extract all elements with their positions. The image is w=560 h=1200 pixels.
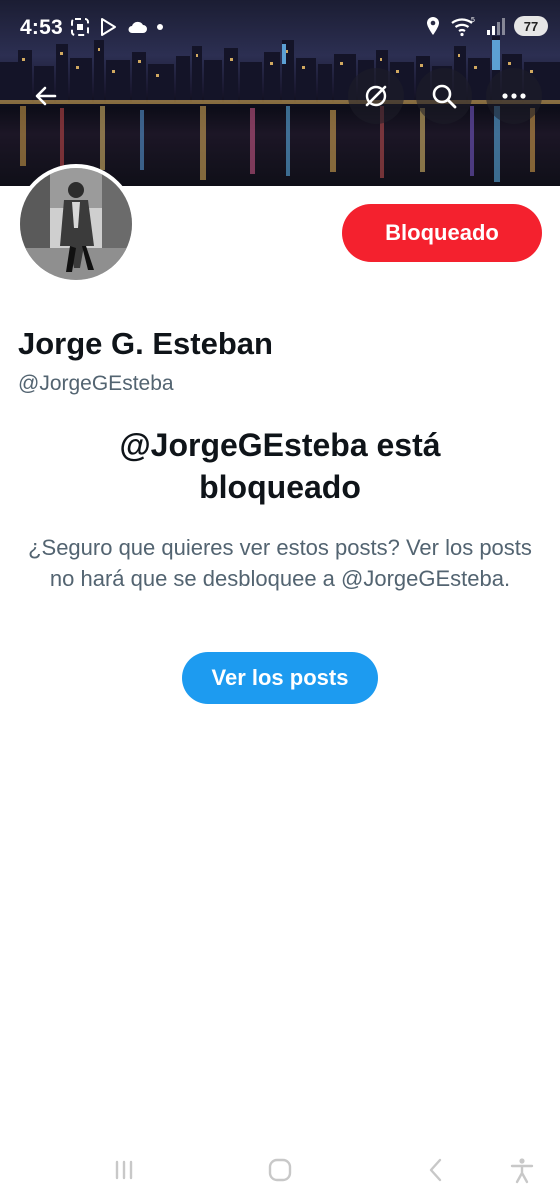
search-button[interactable] <box>416 68 472 124</box>
screenshot-icon <box>71 18 89 36</box>
grok-button[interactable] <box>348 68 404 124</box>
home-button[interactable] <box>262 1152 298 1188</box>
profile-name: Jorge G. Esteban <box>18 326 273 361</box>
status-time: 4:53 <box>20 16 63 39</box>
home-icon <box>268 1158 292 1182</box>
avatar-photo <box>20 168 132 280</box>
wifi-icon: 5 <box>451 17 475 37</box>
arrow-left-icon <box>35 86 57 106</box>
recents-button[interactable] <box>106 1152 142 1188</box>
signal-icon <box>487 18 505 35</box>
view-posts-button[interactable]: Ver los posts <box>182 652 378 704</box>
dot-icon <box>157 24 163 30</box>
play-store-icon <box>101 18 116 36</box>
system-nav-bar <box>0 1140 560 1200</box>
profile-handle: @JorgeGEsteba <box>18 372 174 395</box>
back-button[interactable] <box>18 68 74 124</box>
blocked-title: @JorgeGEsteba está bloqueado <box>119 427 441 505</box>
status-bar: 4:53 5 77 <box>0 0 560 56</box>
blocked-button[interactable]: Bloqueado <box>342 204 542 262</box>
more-button[interactable] <box>486 68 542 124</box>
accessibility-icon <box>510 1158 534 1184</box>
status-icons-right: 5 77 <box>425 15 548 37</box>
svg-text:5: 5 <box>471 17 475 24</box>
search-icon <box>432 84 457 109</box>
blocked-description: ¿Seguro que quieres ver estos posts? Ver… <box>28 535 532 591</box>
recents-icon <box>115 1160 133 1180</box>
avatar[interactable] <box>16 164 136 284</box>
location-icon <box>427 17 439 35</box>
more-icon <box>502 93 526 99</box>
grok-icon <box>365 85 387 107</box>
back-icon <box>429 1158 442 1182</box>
battery-icon: 77 <box>514 16 548 36</box>
status-icons-left <box>70 17 164 37</box>
back-nav-button[interactable] <box>418 1152 454 1188</box>
accessibility-button[interactable] <box>504 1152 540 1188</box>
cloud-icon <box>128 21 147 33</box>
